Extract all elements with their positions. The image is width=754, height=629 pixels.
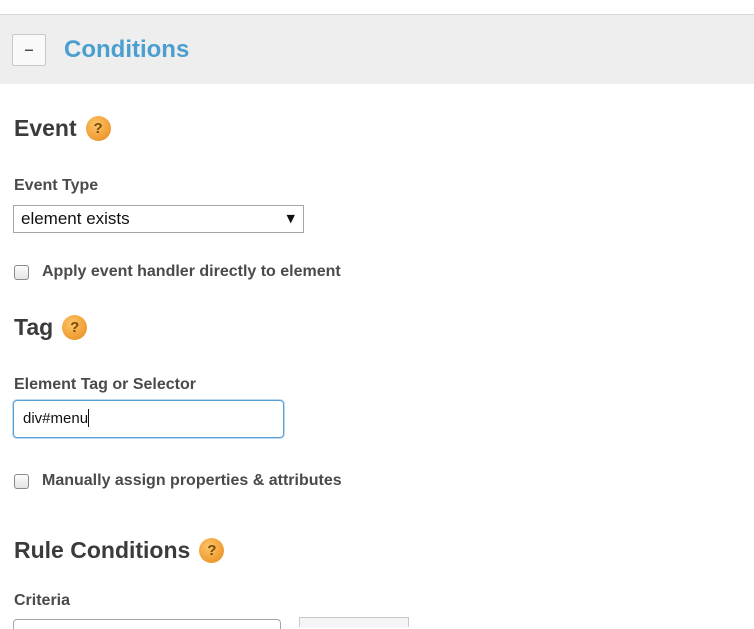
event-heading: Event <box>14 115 77 141</box>
rule-conditions-section-title: Rule Conditions ? <box>14 535 225 565</box>
apply-handler-label: Apply event handler directly to element <box>42 263 341 280</box>
event-type-value: element exists <box>21 209 130 228</box>
selector-label: Element Tag or Selector <box>14 376 196 393</box>
tag-heading: Tag <box>14 314 54 340</box>
manual-assign-label: Manually assign properties & attributes <box>42 472 342 489</box>
manual-assign-checkbox[interactable] <box>14 473 29 489</box>
tag-section-title: Tag ? <box>14 312 88 342</box>
conditions-title[interactable]: Conditions <box>64 33 189 67</box>
rule-conditions-heading: Rule Conditions <box>14 537 191 563</box>
selector-input-value: div#menu <box>23 410 89 427</box>
collapse-button[interactable]: – <box>12 34 46 66</box>
help-icon[interactable]: ? <box>199 537 225 563</box>
event-type-label: Event Type <box>14 177 99 194</box>
manual-assign-option[interactable]: Manually assign properties & attributes <box>14 471 342 491</box>
help-icon[interactable]: ? <box>85 115 111 141</box>
event-type-select[interactable]: element exists ▼ <box>13 205 304 233</box>
criteria-label: Criteria <box>14 592 71 609</box>
minus-icon: – <box>24 37 34 61</box>
criteria-select[interactable] <box>13 619 281 629</box>
apply-handler-checkbox[interactable] <box>14 264 29 280</box>
conditions-header: – Conditions <box>0 15 754 84</box>
help-icon[interactable]: ? <box>62 314 88 340</box>
criteria-add-button[interactable] <box>299 617 409 627</box>
event-section-title: Event ? <box>14 113 111 143</box>
selector-input[interactable]: div#menu <box>13 400 284 438</box>
dropdown-arrow-icon: ▼ <box>286 212 295 225</box>
text-caret <box>88 408 90 427</box>
apply-handler-option[interactable]: Apply event handler directly to element <box>14 262 341 282</box>
